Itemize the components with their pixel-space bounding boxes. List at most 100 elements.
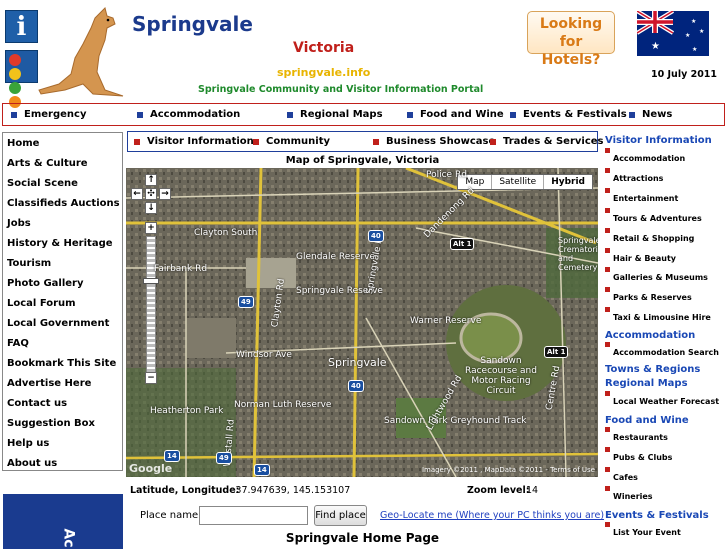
map-label: Springvale [328,356,387,369]
leftnav-advertise[interactable]: Advertise Here [7,378,91,389]
right-heading-visitor-info[interactable]: Visitor Information [605,135,712,146]
subnav-community[interactable]: Community [253,136,330,147]
site-url[interactable]: springvale.info [277,66,370,79]
leftnav-faq[interactable]: FAQ [7,338,29,349]
leftnav-jobs[interactable]: Jobs [7,218,31,229]
right-item[interactable]: Local Weather Forecast [605,391,719,406]
right-item[interactable]: Accommodation [605,148,686,163]
pan-up-icon[interactable]: ↑ [145,174,157,186]
map-type-satellite[interactable]: Satellite [492,175,545,189]
bullet-icon [605,248,610,253]
topnav-accommodation[interactable]: Accommodation [137,109,240,120]
map-label: Windsor Ave [236,350,292,360]
left-ad-banner[interactable]: Ac [3,494,123,549]
google-logo[interactable]: Google [129,462,172,475]
subnav-visitor-info[interactable]: Visitor Information [134,136,254,147]
latlng-label: Latitude, Longitude: [130,485,240,496]
right-item[interactable]: Attractions [605,168,663,183]
leftnav-history[interactable]: History & Heritage [7,238,113,249]
leftnav-suggestion[interactable]: Suggestion Box [7,418,95,429]
bullet-icon [605,228,610,233]
right-item[interactable]: List Your Event [605,522,681,537]
right-item[interactable]: Tours & Adventures [605,208,702,223]
right-item[interactable]: Hair & Beauty [605,248,676,263]
right-item[interactable]: Galleries & Museums [605,267,708,282]
pan-left-icon[interactable]: ← [131,188,143,200]
leftnav-photo-gallery[interactable]: Photo Gallery [7,278,84,289]
right-item[interactable]: Taxi & Limousine Hire [605,307,711,322]
leftnav-local-government[interactable]: Local Government [7,318,109,329]
subnav-business[interactable]: Business Showcase [373,136,495,147]
geolocate-link[interactable]: Geo-Locate me (Where your PC thinks you … [380,510,604,521]
leftnav-local-forum[interactable]: Local Forum [7,298,76,309]
right-item[interactable]: Retail & Shopping [605,228,694,243]
map-label: Sandown Park Greyhound Track [384,416,527,426]
right-item[interactable]: Cafes [605,467,638,482]
zoom-slider-track[interactable] [146,236,156,376]
site-header: i Springvale Victoria springvale.info Sp… [0,0,727,108]
satellite-map[interactable]: Map Satellite Hybrid ↑ ← ✣ → ↓ + − Clayt… [126,168,598,477]
right-item-label: Parks & Reserves [613,293,692,302]
right-heading-regional-maps[interactable]: Regional Maps [605,378,688,389]
right-item-label: Cafes [613,473,638,482]
leftnav-contact[interactable]: Contact us [7,398,67,409]
right-heading-accommodation[interactable]: Accommodation [605,330,695,341]
right-item[interactable]: Parks & Reserves [605,287,692,302]
topnav-emergency[interactable]: Emergency [11,109,86,120]
sub-nav: Visitor Information Community Business S… [127,131,604,152]
svg-text:★: ★ [699,28,704,35]
right-item-label: Pubs & Clubs [613,453,673,462]
subnav-label: Trades & Services [503,136,604,147]
family-icon[interactable] [5,50,38,108]
right-item[interactable]: Restaurants [605,427,668,442]
map-title: Map of Springvale, Victoria [285,155,440,166]
place-name-input[interactable] [199,506,308,525]
hotels-line2: Hotels? [541,52,601,68]
map-label: Heatherton Park [150,406,224,416]
topnav-events[interactable]: Events & Festivals [510,109,627,120]
leftnav-arts-culture[interactable]: Arts & Culture [7,158,88,169]
zoom-in-icon[interactable]: + [145,222,157,234]
route-shield: 14 [254,464,270,476]
pan-reset-icon[interactable]: ✣ [145,188,157,200]
topnav-food-wine[interactable]: Food and Wine [407,109,504,120]
right-item-label: Accommodation [613,154,686,163]
bullet-icon [605,342,610,347]
svg-text:★: ★ [651,41,660,52]
right-heading-towns[interactable]: Towns & Regions [605,364,700,375]
leftnav-social-scene[interactable]: Social Scene [7,178,78,189]
route-shield: Alt 1 [544,346,569,358]
pan-right-icon[interactable]: → [159,188,171,200]
zoom-slider-handle[interactable] [143,278,159,284]
leftnav-classifieds[interactable]: Classifieds Auctions [7,198,120,209]
right-heading-events[interactable]: Events & Festivals [605,510,709,521]
leftnav-help[interactable]: Help us [7,438,49,449]
bullet-icon [137,111,143,118]
right-item[interactable]: Entertainment [605,188,678,203]
hotels-banner[interactable]: Looking for Hotels? [527,11,615,68]
current-date: 10 July 2011 [651,69,718,80]
topnav-news[interactable]: News [629,109,672,120]
australian-flag-icon: ★ ★ ★ ★ ★ [637,11,709,56]
site-title[interactable]: Springvale [132,12,253,36]
leftnav-about[interactable]: About us [7,458,57,469]
pan-down-icon[interactable]: ↓ [145,202,157,214]
leftnav-bookmark[interactable]: Bookmark This Site [7,358,116,369]
topnav-regional-maps[interactable]: Regional Maps [287,109,383,120]
site-subtitle: Springvale Community and Visitor Informa… [198,84,484,95]
map-type-hybrid[interactable]: Hybrid [544,175,592,189]
right-heading-food-wine[interactable]: Food and Wine [605,415,689,426]
leftnav-home[interactable]: Home [7,138,39,149]
right-item[interactable]: Accommodation Search [605,342,719,357]
subnav-trades[interactable]: Trades & Services [490,136,604,147]
zoom-out-icon[interactable]: − [145,372,157,384]
bullet-icon [373,138,379,145]
bullet-icon [253,138,259,145]
find-place-button[interactable]: Find place [314,505,367,526]
map-copyright[interactable]: Imagery ©2011 , MapData ©2011 - Terms of… [422,466,595,474]
info-icon[interactable]: i [5,10,38,43]
right-item[interactable]: Pubs & Clubs [605,447,673,462]
right-item[interactable]: Wineries [605,486,653,501]
leftnav-tourism[interactable]: Tourism [7,258,51,269]
route-shield: 14 [164,450,180,462]
